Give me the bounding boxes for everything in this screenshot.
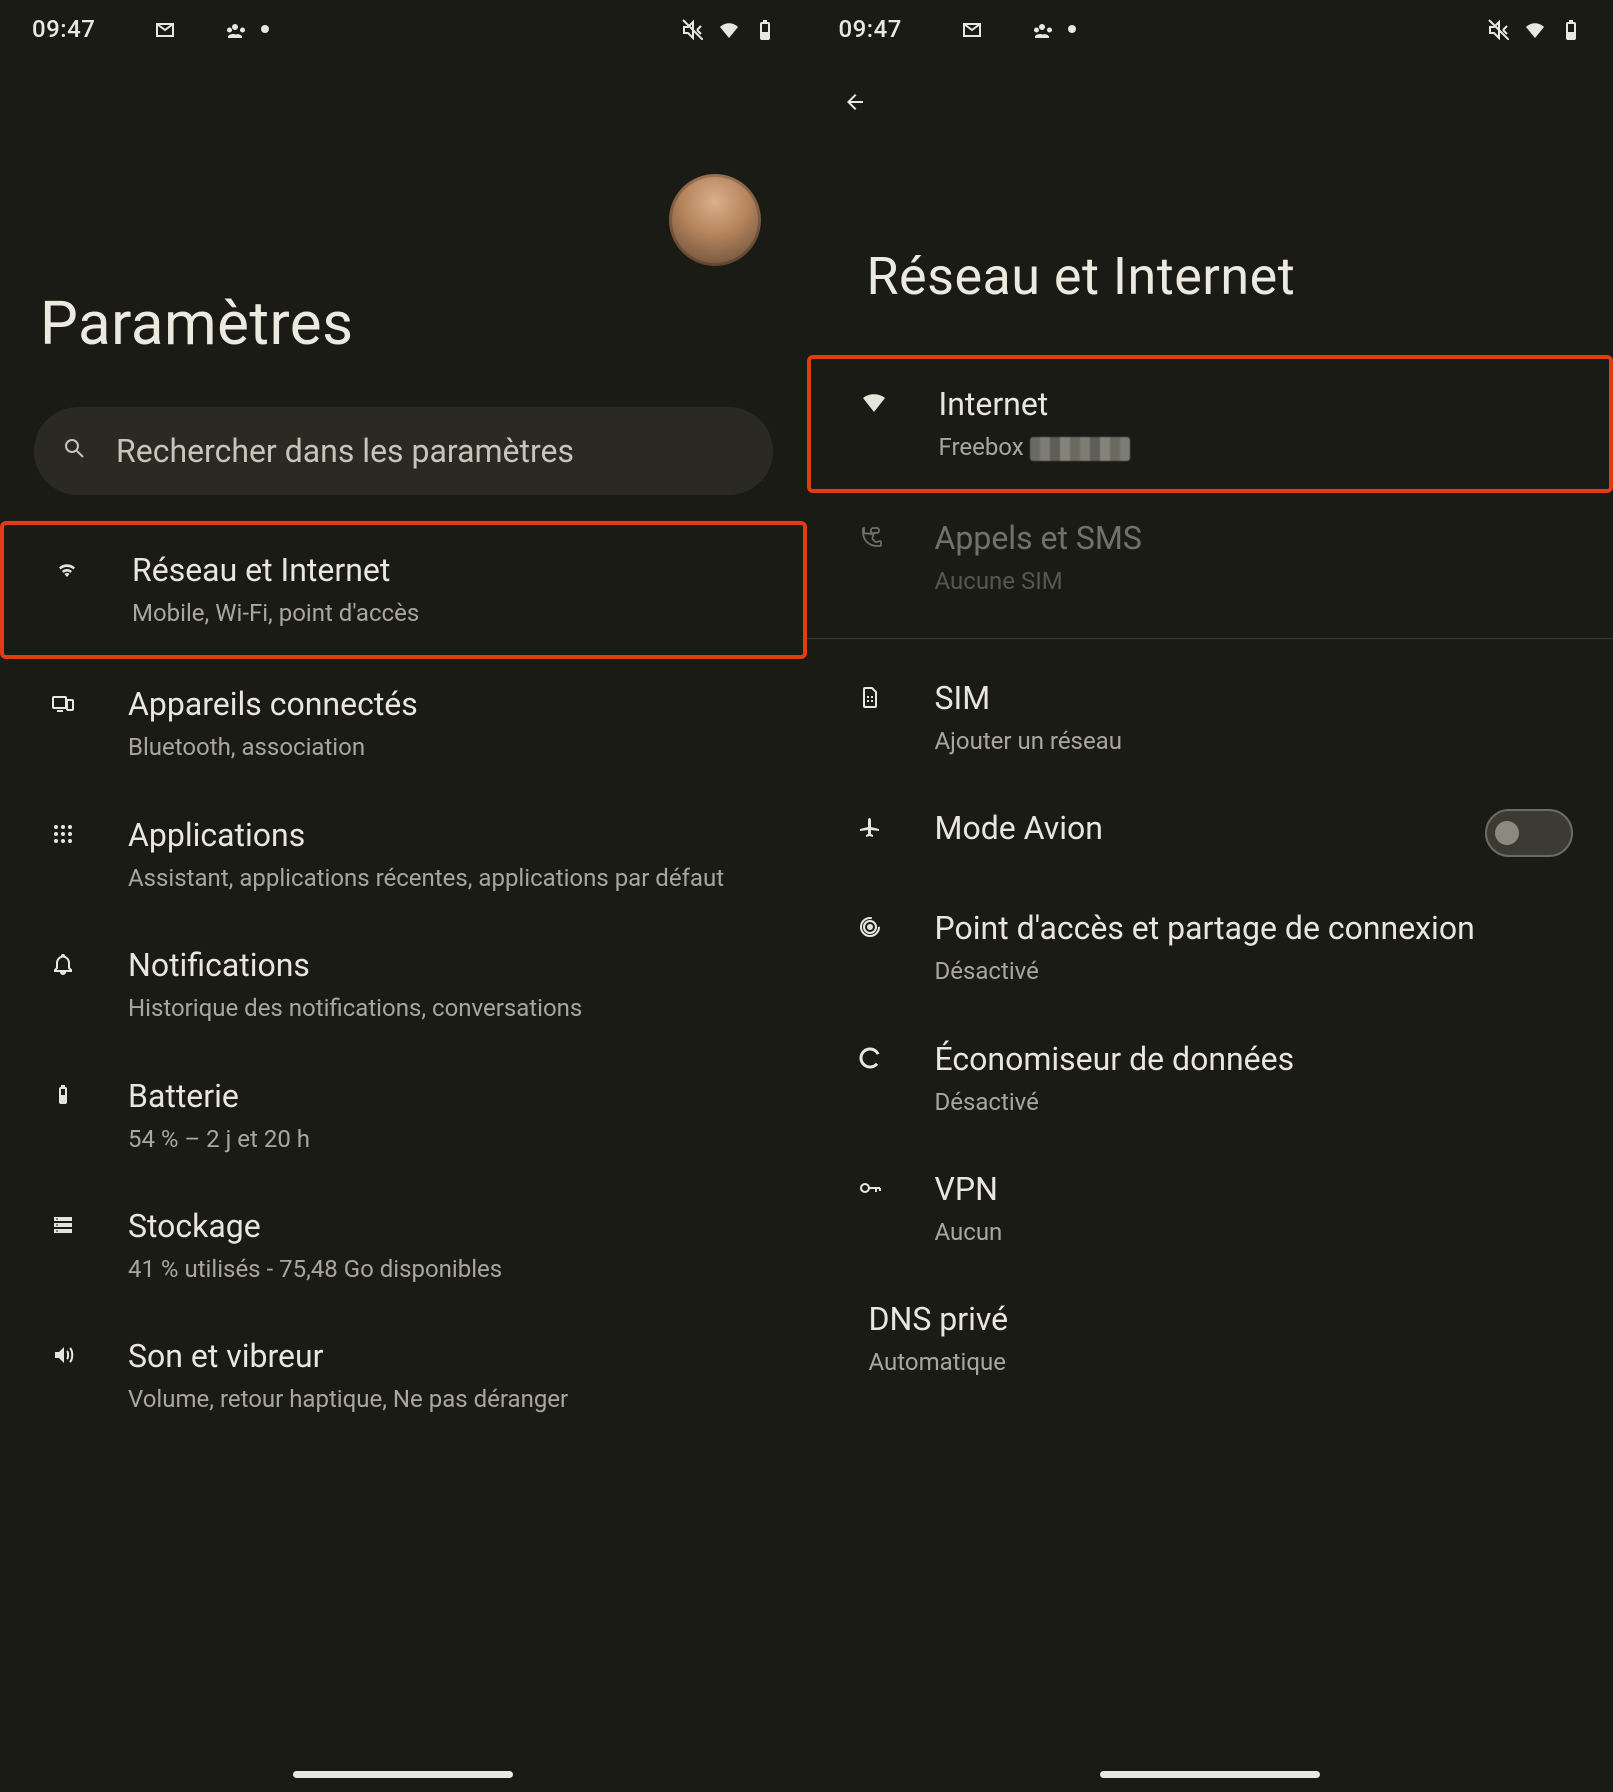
network-item-sub: Désactivé (935, 1086, 1574, 1118)
settings-item-title: Son et vibreur (128, 1337, 767, 1375)
network-item-sub: Automatique (869, 1346, 1574, 1378)
status-bar: 09:47 (807, 0, 1613, 54)
wifi-icon (55, 557, 89, 591)
sound-icon (51, 1343, 85, 1377)
battery-status-icon (1559, 18, 1581, 40)
network-item-sub: Aucune SIM (935, 565, 1574, 597)
network-item-sub: Freebox (939, 431, 1570, 463)
pinwheel-icon (996, 18, 1018, 40)
settings-search[interactable]: Rechercher dans les paramètres (34, 407, 773, 495)
settings-item-sub: Volume, retour haptique, Ne pas déranger (128, 1383, 767, 1415)
wifi-full-icon (862, 391, 896, 425)
devices-icon (51, 691, 85, 725)
wifi-status-icon (717, 18, 739, 40)
settings-item-sub: 54 % – 2 j et 20 h (128, 1123, 767, 1155)
network-item-title: VPN (935, 1170, 1574, 1208)
network-item-data-saver[interactable]: Économiseur de données Désactivé (807, 1014, 1613, 1144)
muted-icon (681, 18, 703, 40)
gmail-icon (153, 18, 175, 40)
data-saver-icon (858, 1046, 892, 1080)
storage-icon (51, 1213, 85, 1247)
settings-item-battery[interactable]: Batterie 54 % – 2 j et 20 h (0, 1051, 807, 1181)
settings-item-title: Batterie (128, 1077, 767, 1115)
nav-handle[interactable] (293, 1771, 513, 1778)
battery-status-icon (753, 18, 775, 40)
settings-screen: 09:47 Paramètres Rechercher dans les par… (0, 0, 807, 1792)
redacted-text (1030, 437, 1130, 461)
pinwheel-icon (924, 18, 946, 40)
network-item-sub: Aucun (935, 1216, 1574, 1248)
sim-icon (858, 685, 892, 719)
network-item-hotspot[interactable]: Point d'accès et partage de connexion Dé… (807, 883, 1613, 1013)
search-icon (62, 436, 92, 466)
settings-item-sub: 41 % utilisés - 75,48 Go disponibles (128, 1253, 767, 1285)
apps-icon (51, 822, 85, 856)
settings-item-title: Stockage (128, 1207, 767, 1245)
muted-icon (1487, 18, 1509, 40)
settings-item-sub: Assistant, applications récentes, applic… (128, 862, 767, 894)
network-item-calls-sms: Appels et SMS Aucune SIM (807, 493, 1613, 623)
status-time: 09:47 (32, 15, 95, 43)
wifi-status-icon (1523, 18, 1545, 40)
page-title: Paramètres (0, 288, 807, 359)
status-bar: 09:47 (0, 0, 807, 54)
settings-item-sub: Historique des notifications, conversati… (128, 992, 767, 1024)
settings-item-sub: Bluetooth, association (128, 731, 767, 763)
pinwheel-icon (189, 18, 211, 40)
settings-item-connected-devices[interactable]: Appareils connectés Bluetooth, associati… (0, 659, 807, 789)
battery-icon (51, 1083, 85, 1117)
bell-icon (51, 952, 85, 986)
airplane-toggle[interactable] (1485, 809, 1573, 857)
contacts-icon (225, 18, 247, 40)
network-item-vpn[interactable]: VPN Aucun (807, 1144, 1613, 1274)
gmail-icon (960, 18, 982, 40)
settings-item-sub: Mobile, Wi-Fi, point d'accès (132, 597, 763, 629)
settings-item-title: Applications (128, 816, 767, 854)
contacts-icon (1032, 18, 1054, 40)
network-item-internet[interactable]: Internet Freebox (807, 355, 1613, 493)
network-item-title: Économiseur de données (935, 1040, 1574, 1078)
phone-msg-icon (858, 525, 892, 559)
back-button[interactable] (807, 54, 1613, 136)
hotspot-icon (858, 915, 892, 949)
settings-item-network[interactable]: Réseau et Internet Mobile, Wi-Fi, point … (0, 521, 807, 659)
divider (807, 638, 1613, 639)
network-item-airplane[interactable]: Mode Avion (807, 783, 1613, 883)
network-item-sub: Désactivé (935, 955, 1574, 987)
network-item-title: Appels et SMS (935, 519, 1574, 557)
pinwheel-icon (117, 18, 139, 40)
search-placeholder: Rechercher dans les paramètres (116, 432, 574, 470)
network-item-title: Internet (939, 385, 1570, 423)
network-item-title: SIM (935, 679, 1574, 717)
profile-avatar[interactable] (669, 174, 761, 266)
settings-item-notifications[interactable]: Notifications Historique des notificatio… (0, 920, 807, 1050)
network-item-title: Mode Avion (935, 809, 1446, 847)
settings-item-title: Réseau et Internet (132, 551, 763, 589)
settings-item-storage[interactable]: Stockage 41 % utilisés - 75,48 Go dispon… (0, 1181, 807, 1311)
network-item-title: Point d'accès et partage de connexion (935, 909, 1574, 947)
network-item-sub: Ajouter un réseau (935, 725, 1574, 757)
back-icon (843, 90, 885, 132)
status-time: 09:47 (839, 15, 902, 43)
settings-item-applications[interactable]: Applications Assistant, applications réc… (0, 790, 807, 920)
notification-dot (261, 25, 269, 33)
settings-item-title: Notifications (128, 946, 767, 984)
notification-dot (1068, 25, 1076, 33)
page-title: Réseau et Internet (807, 136, 1613, 355)
key-icon (858, 1176, 892, 1210)
settings-item-sound[interactable]: Son et vibreur Volume, retour haptique, … (0, 1311, 807, 1441)
network-item-sim[interactable]: SIM Ajouter un réseau (807, 653, 1613, 783)
airplane-icon (858, 815, 892, 849)
nav-handle[interactable] (1100, 1771, 1320, 1778)
network-item-dns[interactable]: DNS privé Automatique (807, 1274, 1613, 1404)
network-item-title: DNS privé (869, 1300, 1574, 1338)
settings-item-title: Appareils connectés (128, 685, 767, 723)
network-internet-screen: 09:47 Réseau et Internet Internet Freebo… (807, 0, 1613, 1792)
